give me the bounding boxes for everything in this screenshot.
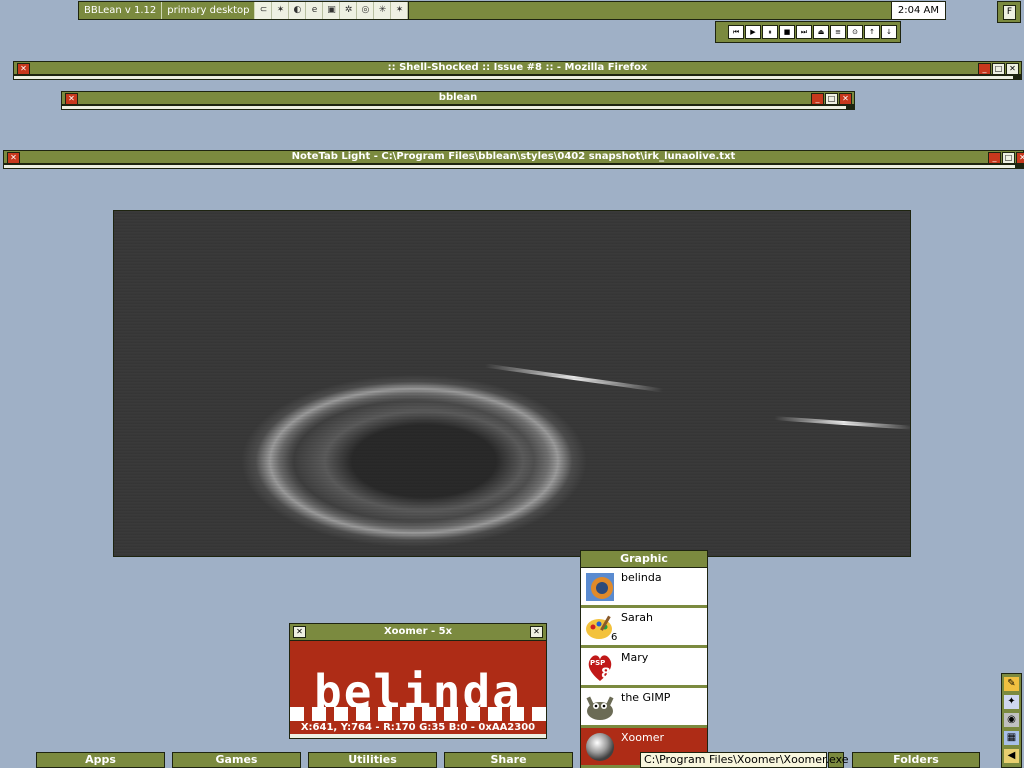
shield-icon[interactable]: ▣ bbox=[323, 2, 341, 19]
menu-item-gimp[interactable]: the GIMP bbox=[581, 688, 707, 728]
belinda-icon bbox=[586, 573, 614, 601]
graphic-menu: Graphic belinda 6 Sarah PSP 8 Mary the G… bbox=[580, 550, 708, 768]
ie-icon[interactable]: e bbox=[306, 2, 324, 19]
close-button[interactable]: ✕ bbox=[839, 93, 852, 105]
games-button[interactable]: Games bbox=[172, 752, 301, 768]
menu-item-label: Xoomer bbox=[621, 731, 665, 744]
menu-item-mary[interactable]: PSP 8 Mary bbox=[581, 648, 707, 688]
zoom-view: belinda bbox=[290, 641, 546, 721]
network-icon[interactable]: ▦ bbox=[1004, 731, 1019, 745]
window-title: bblean bbox=[438, 92, 478, 103]
previous-track-button[interactable]: ⏮ bbox=[728, 25, 744, 39]
xoomer-window[interactable]: ✕ Xoomer - 5x ✕ belinda X:641, Y:764 - R… bbox=[289, 623, 547, 739]
window-frame bbox=[61, 105, 855, 110]
folders-button[interactable]: Folders bbox=[852, 752, 980, 768]
volume-up-button[interactable]: ↑ bbox=[864, 25, 880, 39]
share-button[interactable]: Share bbox=[444, 752, 573, 768]
zoomed-strip bbox=[290, 707, 546, 721]
gimp-icon bbox=[586, 696, 614, 720]
svg-text:8: 8 bbox=[601, 666, 611, 682]
menu-item-label: Mary bbox=[621, 651, 649, 664]
menu-item-label: belinda bbox=[621, 571, 662, 584]
menu-item-sarah[interactable]: 6 Sarah bbox=[581, 608, 707, 648]
maximize-button[interactable]: □ bbox=[1002, 152, 1015, 164]
tray-icons: ⊂ ✶ ◐ e ▣ ✲ ◎ ✳ ✶ bbox=[255, 2, 410, 19]
arrow-icon[interactable]: ◀ bbox=[1004, 749, 1019, 763]
f-button-label: F bbox=[1003, 5, 1016, 20]
eject-button[interactable]: ⏏ bbox=[813, 25, 829, 39]
titlebar[interactable]: ✕ NoteTab Light - C:\Program Files\bblea… bbox=[3, 150, 1024, 164]
window-firefox[interactable]: ✕ :: Shell-Shocked :: Issue #8 :: - Mozi… bbox=[13, 61, 1022, 81]
titlebar[interactable]: ✕ bblean _ □ ✕ bbox=[61, 91, 855, 105]
toolbar-workspace-label[interactable]: primary desktop bbox=[162, 2, 256, 19]
ghost-icon[interactable]: ✲ bbox=[340, 2, 358, 19]
disc-icon[interactable]: ◉ bbox=[1004, 713, 1019, 727]
clock[interactable]: 2:04 AM bbox=[890, 2, 945, 19]
pencil-icon[interactable]: ✎ bbox=[1004, 677, 1019, 691]
window-title: :: Shell-Shocked :: Issue #8 :: - Mozill… bbox=[387, 62, 648, 73]
close-button[interactable]: ✕ bbox=[530, 626, 543, 638]
minimize-button[interactable]: _ bbox=[978, 63, 991, 75]
window-title: NoteTab Light - C:\Program Files\bblean\… bbox=[291, 151, 736, 162]
titlebar[interactable]: ✕ :: Shell-Shocked :: Issue #8 :: - Mozi… bbox=[13, 61, 1022, 75]
volume-down-button[interactable]: ↓ bbox=[881, 25, 897, 39]
toolbar-app-name[interactable]: BBLean v 1.12 bbox=[79, 2, 163, 19]
wallpaper-image bbox=[113, 210, 911, 557]
scanline-overlay bbox=[114, 211, 910, 556]
stop-button[interactable]: ■ bbox=[779, 25, 795, 39]
maximize-button[interactable]: □ bbox=[825, 93, 838, 105]
right-dock: ✎ ✦ ◉ ▦ ◀ bbox=[1001, 673, 1022, 768]
satellite-icon[interactable]: ✶ bbox=[272, 2, 290, 19]
top-toolbar: BBLean v 1.12 primary desktop ⊂ ✶ ◐ e ▣ … bbox=[78, 1, 946, 20]
apps-button[interactable]: Apps bbox=[36, 752, 165, 768]
close-button[interactable]: ✕ bbox=[1006, 63, 1019, 75]
window-frame bbox=[13, 75, 1022, 80]
drive-icon[interactable]: ⊂ bbox=[255, 2, 273, 19]
close-button[interactable]: ✕ bbox=[1016, 152, 1024, 164]
xoomer-frame bbox=[290, 734, 546, 738]
next-track-button[interactable]: ⏭ bbox=[796, 25, 812, 39]
pause-button[interactable]: ⏸ bbox=[762, 25, 778, 39]
window-bblean[interactable]: ✕ bblean _ □ ✕ bbox=[61, 91, 855, 111]
xoomer-title: Xoomer - 5x bbox=[383, 626, 453, 637]
options-button[interactable]: ⊙ bbox=[847, 25, 863, 39]
window-notetab[interactable]: ✕ NoteTab Light - C:\Program Files\bblea… bbox=[3, 150, 1024, 170]
tooltip: C:\Program Files\Xoomer\Xoomer.exe bbox=[640, 752, 849, 768]
menu-item-label: Sarah bbox=[621, 611, 653, 624]
window-frame bbox=[3, 164, 1024, 169]
pixel-info: X:641, Y:764 - R:170 G:35 B:0 - 0xAA2300 bbox=[300, 722, 536, 733]
menu-item-belinda[interactable]: belinda bbox=[581, 568, 707, 608]
palette-icon[interactable]: ✳ bbox=[374, 2, 392, 19]
minimize-button[interactable]: _ bbox=[988, 152, 1001, 164]
play-button[interactable]: ▶ bbox=[745, 25, 761, 39]
maximize-button[interactable]: □ bbox=[992, 63, 1005, 75]
menu-item-label: the GIMP bbox=[621, 691, 671, 704]
playlist-button[interactable]: ≡ bbox=[830, 25, 846, 39]
minimize-button[interactable]: _ bbox=[811, 93, 824, 105]
menu-title: Graphic bbox=[581, 551, 707, 568]
xoomer-icon bbox=[586, 733, 614, 761]
close-icon[interactable]: ✕ bbox=[293, 626, 306, 638]
media-controls: ⏮ ▶ ⏸ ■ ⏭ ⏏ ≡ ⊙ ↑ ↓ bbox=[715, 21, 901, 43]
f-button[interactable]: F bbox=[997, 1, 1021, 23]
psp8-icon: PSP 8 bbox=[588, 655, 612, 682]
menu-item-badge: 6 bbox=[611, 632, 618, 643]
xoomer-titlebar[interactable]: ✕ Xoomer - 5x ✕ bbox=[290, 624, 546, 641]
run-icon[interactable]: ✦ bbox=[1004, 695, 1019, 709]
bug-icon[interactable]: ◎ bbox=[357, 2, 375, 19]
utilities-button[interactable]: Utilities bbox=[308, 752, 437, 768]
firefox-icon[interactable]: ◐ bbox=[289, 2, 307, 19]
satellite-icon[interactable]: ✶ bbox=[391, 2, 409, 19]
